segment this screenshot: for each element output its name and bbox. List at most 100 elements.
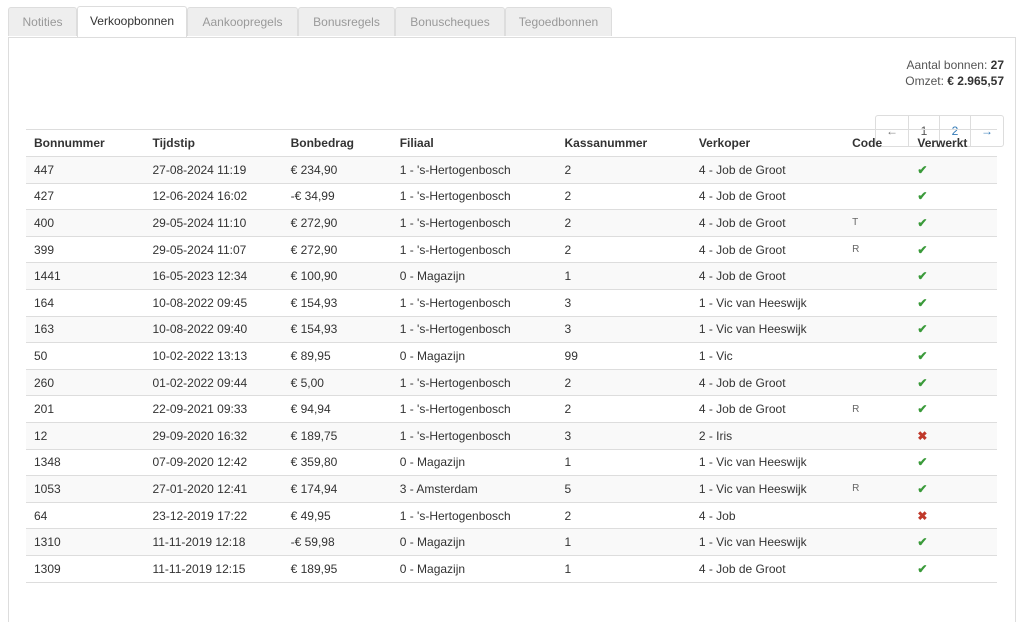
tab-tegoedbonnen[interactable]: Tegoedbonnen [505,7,612,36]
cell-tijdstip: 01-02-2022 09:44 [144,369,283,397]
table-row[interactable]: 260 01-02-2022 09:44 € 5,00 1 - 's-Hertogen… [26,369,997,397]
cell-tijdstip: 10-08-2022 09:45 [144,289,283,317]
tab-bar: Notities Verkoopbonnen Aankoopregels Bonusr… [8,0,1016,38]
table-row[interactable]: 1348 07-09-2020 12:42 € 359,80 0 - Magazijn… [26,449,997,477]
processed-cell: ✔ [909,369,997,397]
code-cell: T [844,209,910,237]
table-row[interactable]: 1310 11-11-2019 12:18 -€ 59,98 0 - Magazijn… [26,528,997,556]
column-header-code[interactable]: Code [844,129,910,157]
cell-bonnummer: 164 [26,289,145,317]
code-cell [844,449,910,477]
cell-verkoper: 4 - Job de Groot [690,236,845,264]
cell-bonbedrag: € 189,95 [282,555,392,583]
check-icon: ✔ [917,375,928,390]
check-icon: ✔ [917,455,928,470]
column-header-tijdstip[interactable]: Tijdstip [144,129,283,157]
code-cell: R [844,475,910,503]
tab-notities[interactable]: Notities [8,7,77,36]
table-row[interactable]: 427 12-06-2024 16:02 -€ 34,99 1 - 's-Hertog… [26,183,997,211]
cell-tijdstip: 29-05-2024 11:10 [144,209,283,237]
code-cell [844,555,910,583]
cell-filiaal: 0 - Magazijn [391,449,557,477]
processed-cell: ✔ [909,183,997,211]
table-row[interactable]: 12 29-09-2020 16:32 € 189,75 1 - 's-Hertoge… [26,422,997,450]
cell-filiaal: 1 - 's-Hertogenbosch [391,236,557,264]
code-cell [844,316,910,344]
cell-verkoper: 4 - Job de Groot [690,183,845,211]
cell-verkoper: 4 - Job de Groot [690,395,845,423]
cell-verkoper: 4 - Job de Groot [690,555,845,583]
cell-tijdstip: 22-09-2021 09:33 [144,395,283,423]
cell-verkoper: 4 - Job de Groot [690,156,845,184]
cell-filiaal: 1 - 's-Hertogenbosch [391,209,557,237]
table-row[interactable]: 163 10-08-2022 09:40 € 154,93 1 - 's-Hertog… [26,316,997,344]
cell-bonbedrag: -€ 59,98 [282,528,392,556]
cell-verkoper: 4 - Job de Groot [690,209,845,237]
column-header-kassanummer[interactable]: Kassanummer [556,129,691,157]
cell-bonbedrag: € 154,93 [282,289,392,317]
table-row[interactable]: 64 23-12-2019 17:22 € 49,95 1 - 's-Hertogen… [26,502,997,530]
processed-cell: ✔ [909,262,997,290]
processed-cell: ✖ [909,502,997,530]
cell-tijdstip: 10-02-2022 13:13 [144,342,283,370]
receipt-count-value: 27 [990,58,1004,72]
cell-verkoper: 1 - Vic [690,342,845,370]
cell-tijdstip: 16-05-2023 12:34 [144,262,283,290]
check-icon: ✔ [917,402,928,417]
table-row[interactable]: 1053 27-01-2020 12:41 € 174,94 3 - Amsterda… [26,475,997,503]
cell-bonbedrag: -€ 34,99 [282,183,392,211]
cell-kassanummer: 1 [556,528,691,556]
cell-filiaal: 1 - 's-Hertogenbosch [391,395,557,423]
cell-bonnummer: 163 [26,316,145,344]
check-icon: ✔ [917,295,928,310]
cell-verkoper: 4 - Job de Groot [690,369,845,397]
table-row[interactable]: 1441 16-05-2023 12:34 € 100,90 0 - Magazijn… [26,262,997,290]
cell-bonnummer: 1441 [26,262,145,290]
cell-filiaal: 3 - Amsterdam [391,475,557,503]
column-header-bonnummer[interactable]: Bonnummer [26,129,145,157]
cell-tijdstip: 29-05-2024 11:07 [144,236,283,264]
code-cell [844,342,910,370]
table-row[interactable]: 1309 11-11-2019 12:15 € 189,95 0 - Magazijn… [26,555,997,583]
column-header-verwerkt[interactable]: Verwerkt [909,129,997,157]
tab-bonuscheques[interactable]: Bonuscheques [395,7,505,36]
code-cell: R [844,236,910,264]
cell-bonbedrag: € 234,90 [282,156,392,184]
cell-filiaal: 0 - Magazijn [391,262,557,290]
cell-verkoper: 1 - Vic van Heeswijk [690,316,845,344]
column-header-verkoper[interactable]: Verkoper [690,129,845,157]
column-header-bonbedrag[interactable]: Bonbedrag [282,129,392,157]
table-row[interactable]: 201 22-09-2021 09:33 € 94,94 1 - 's-Hertoge… [26,395,997,423]
cell-tijdstip: 23-12-2019 17:22 [144,502,283,530]
check-icon: ✔ [917,348,928,363]
tab-aankoopregels[interactable]: Aankoopregels [187,7,298,36]
check-icon: ✔ [917,535,928,550]
cell-bonnummer: 12 [26,422,145,450]
check-icon: ✔ [917,322,928,337]
processed-cell: ✔ [909,156,997,184]
column-header-filiaal[interactable]: Filiaal [391,129,557,157]
cell-bonnummer: 427 [26,183,145,211]
cell-tijdstip: 27-01-2020 12:41 [144,475,283,503]
revenue-value: € 2.965,57 [947,74,1004,88]
cross-icon: ✖ [917,508,928,523]
cell-kassanummer: 1 [556,262,691,290]
cell-filiaal: 1 - 's-Hertogenbosch [391,502,557,530]
code-cell [844,183,910,211]
processed-cell: ✔ [909,289,997,317]
table-row[interactable]: 447 27-08-2024 11:19 € 234,90 1 - 's-Hertog… [26,156,997,184]
tab-verkoopbonnen[interactable]: Verkoopbonnen [77,6,187,37]
cell-bonnummer: 201 [26,395,145,423]
cell-bonbedrag: € 94,94 [282,395,392,423]
table-row[interactable]: 50 10-02-2022 13:13 € 89,95 0 - Magazijn 99 1… [26,342,997,370]
tab-bonusregels[interactable]: Bonusregels [298,7,395,36]
table-row[interactable]: 399 29-05-2024 11:07 € 272,90 1 - 's-Hertog… [26,236,997,264]
table-row[interactable]: 164 10-08-2022 09:45 € 154,93 1 - 's-Hertog… [26,289,997,317]
table-row[interactable]: 400 29-05-2024 11:10 € 272,90 1 - 's-Hertog… [26,209,997,237]
cell-verkoper: 1 - Vic van Heeswijk [690,289,845,317]
check-icon: ✔ [917,189,928,204]
cell-bonbedrag: € 189,75 [282,422,392,450]
cell-bonbedrag: € 272,90 [282,236,392,264]
cell-filiaal: 0 - Magazijn [391,342,557,370]
summary: Aantal bonnen: 27 Omzet: € 2.965,57 [905,57,1004,89]
